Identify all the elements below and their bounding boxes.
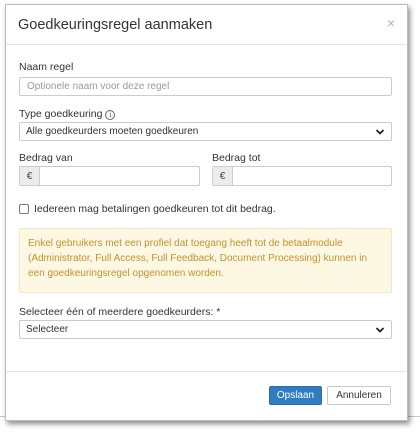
- amount-from-field[interactable]: €: [19, 166, 200, 186]
- chevron-down-icon: [375, 128, 385, 135]
- info-icon[interactable]: i: [105, 110, 116, 120]
- save-button[interactable]: Opslaan: [269, 386, 322, 405]
- approve-up-to-amount-option[interactable]: Iedereen mag betalingen goedkeuren tot d…: [19, 203, 276, 215]
- amount-to-label: Bedrag tot: [212, 152, 261, 164]
- rule-name-label: Naam regel: [19, 61, 74, 73]
- profile-notice-text: Enkel gebruikers met een profiel dat toe…: [28, 238, 368, 279]
- amount-from-label: Bedrag van: [19, 152, 73, 164]
- currency-addon: €: [20, 167, 40, 185]
- currency-addon: €: [213, 167, 233, 185]
- amount-from-input[interactable]: [40, 167, 199, 185]
- approvers-value: Selecteer: [26, 324, 69, 335]
- profile-notice: Enkel gebruikers met een profiel dat toe…: [19, 228, 392, 293]
- approvers-select[interactable]: Selecteer: [19, 320, 392, 339]
- approve-up-to-amount-checkbox[interactable]: [19, 204, 29, 214]
- approval-type-label-text: Type goedkeuring: [19, 108, 103, 120]
- amount-to-input[interactable]: [233, 167, 391, 185]
- approvers-label: Selecteer één of meerdere goedkeurders: …: [19, 306, 221, 318]
- cancel-button[interactable]: Annuleren: [327, 386, 391, 405]
- approval-type-select[interactable]: Alle goedkeurders moeten goedkeuren: [19, 122, 392, 141]
- dialog-header: Goedkeuringsregel aanmaken ×: [6, 5, 407, 45]
- dialog-title: Goedkeuringsregel aanmaken: [18, 16, 213, 33]
- rule-name-input[interactable]: Optionele naam voor deze regel: [19, 77, 392, 96]
- approval-type-label: Type goedkeuring i: [19, 108, 116, 120]
- approval-type-value: Alle goedkeurders moeten goedkeuren: [26, 126, 199, 137]
- chevron-down-icon: [375, 326, 385, 333]
- amount-to-field[interactable]: €: [212, 166, 392, 186]
- create-approval-rule-dialog: Goedkeuringsregel aanmaken × Naam regel …: [5, 4, 408, 421]
- dialog-footer: Opslaan Annuleren: [6, 371, 407, 420]
- close-icon[interactable]: ×: [387, 16, 395, 30]
- approve-up-to-amount-label: Iedereen mag betalingen goedkeuren tot d…: [34, 203, 276, 215]
